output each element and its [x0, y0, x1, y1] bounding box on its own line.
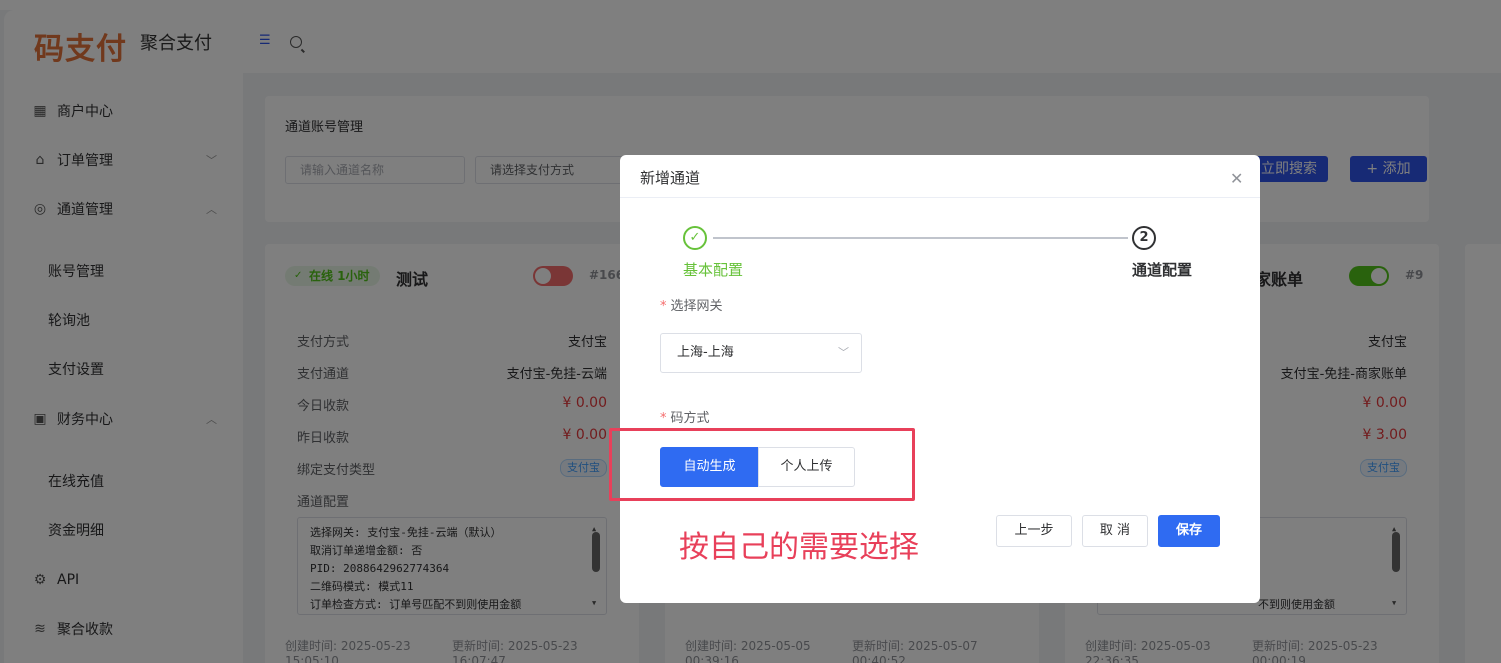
- chevron-down-icon: ﹀: [838, 346, 849, 359]
- check-icon: ✓: [683, 226, 707, 250]
- gateway-label: * 选择网关: [660, 295, 723, 314]
- prev-step-button[interactable]: 上一步: [996, 515, 1072, 547]
- gateway-label-text: 选择网关: [670, 299, 723, 314]
- step-connector: [713, 237, 1128, 239]
- divider: [620, 197, 1260, 198]
- step-number: 2: [1132, 226, 1156, 250]
- add-channel-dialog: 新增通道 ✕ ✓ 2 基本配置 通道配置 * 选择网关 上海-上海 ﹀ * 码方式 …: [609, 155, 1260, 603]
- close-icon[interactable]: ✕: [1230, 169, 1243, 188]
- gateway-value: 上海-上海: [677, 345, 734, 360]
- step-label: 通道配置: [1132, 261, 1193, 279]
- mode-label: * 码方式: [660, 407, 710, 426]
- dialog-title: 新增通道: [640, 169, 701, 187]
- highlight-annotation-box: [609, 428, 915, 501]
- gateway-select[interactable]: 上海-上海 ﹀: [660, 333, 862, 373]
- mode-label-text: 码方式: [670, 411, 710, 426]
- required-asterisk: *: [660, 299, 667, 314]
- annotation-text: 按自己的需要选择: [679, 530, 919, 565]
- step-label: 基本配置: [683, 261, 744, 279]
- save-button[interactable]: 保存: [1158, 515, 1220, 547]
- cancel-button[interactable]: 取 消: [1082, 515, 1148, 547]
- required-asterisk: *: [660, 411, 667, 426]
